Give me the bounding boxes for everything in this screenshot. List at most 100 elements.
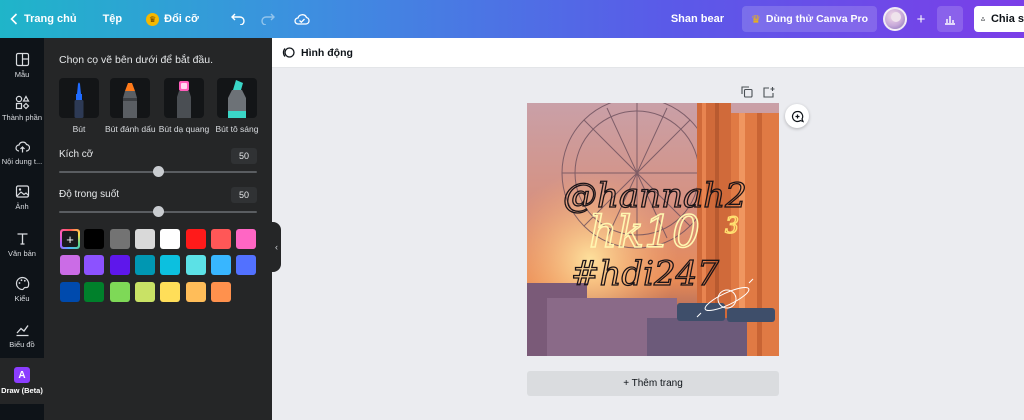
rail-item-templates[interactable]: Mẫu (0, 42, 44, 88)
insights-button[interactable] (937, 6, 963, 32)
crown-icon: ♛ (751, 13, 761, 26)
rail-item-draw[interactable]: A Draw (Beta) (0, 358, 44, 404)
color-swatch[interactable] (186, 282, 206, 302)
add-page-icon[interactable] (763, 86, 775, 98)
add-member-button[interactable]: + (911, 6, 931, 32)
marker-tool[interactable] (110, 78, 150, 118)
shapes-icon (15, 94, 30, 109)
opacity-slider-thumb[interactable] (152, 206, 164, 217)
highlighter-label: Bút tô sáng (215, 124, 259, 134)
user-name: Shan bear (670, 13, 725, 25)
resize-button[interactable]: ♛ Đổi cỡ (146, 0, 199, 38)
color-swatch[interactable] (135, 282, 155, 302)
plus-icon: + (62, 231, 78, 247)
cloud-upload-icon (14, 141, 30, 152)
color-swatch[interactable] (211, 282, 231, 302)
color-swatch[interactable] (110, 282, 130, 302)
rail-item-label: Biểu đồ (9, 339, 35, 349)
color-swatch[interactable] (84, 282, 104, 302)
home-button[interactable]: Trang chủ (10, 0, 77, 38)
home-label: Trang chủ (24, 13, 77, 25)
avatar[interactable] (883, 7, 907, 31)
opacity-label: Độ trong suốt (59, 189, 120, 200)
duplicate-page-icon[interactable] (741, 86, 753, 98)
rail-item-label: Nội dung t... (1, 156, 43, 166)
draw-icon: A (14, 367, 30, 383)
color-swatch[interactable] (110, 229, 130, 249)
cloud-save-button[interactable] (289, 6, 315, 32)
size-value[interactable]: 50 (231, 148, 257, 164)
palette-icon (15, 276, 29, 290)
color-swatch[interactable] (186, 255, 206, 275)
color-swatch[interactable] (135, 255, 155, 275)
crown-icon: ♛ (146, 12, 160, 26)
color-swatch[interactable] (160, 255, 180, 275)
rail-item-label: Thành phần (1, 112, 43, 122)
plus-icon: + (916, 10, 926, 28)
color-swatch[interactable] (110, 255, 130, 275)
chart-icon (16, 324, 29, 336)
share-label: Chia s (990, 13, 1024, 25)
chevron-left-icon (10, 13, 18, 25)
animate-icon (282, 47, 295, 58)
share-icon (981, 17, 985, 21)
page-tools (741, 86, 775, 98)
handwriting-line-3: 3 (725, 214, 739, 239)
file-label: Tệp (102, 13, 123, 25)
add-color-button[interactable]: + (60, 229, 80, 249)
color-swatch[interactable] (60, 255, 80, 275)
color-swatch[interactable] (211, 229, 231, 249)
color-swatch[interactable] (160, 282, 180, 302)
rail-item-photos[interactable]: Ảnh (0, 174, 44, 220)
rail-item-text[interactable]: Văn bản (0, 221, 44, 267)
color-swatch[interactable] (135, 229, 155, 249)
color-swatch[interactable] (84, 255, 104, 275)
handwriting-line-2: hk10 (589, 207, 700, 258)
rail-item-label: Draw (Beta) (1, 386, 43, 395)
bar-chart-icon (945, 15, 955, 25)
color-swatch[interactable] (236, 229, 256, 249)
resize-label: Đổi cỡ (164, 13, 199, 25)
top-bar: Trang chủ Tệp ♛ Đổi cỡ Shan bear ♛ Dùng … (0, 0, 1024, 38)
file-menu-button[interactable]: Tệp (103, 0, 123, 38)
share-button[interactable]: Chia s (974, 6, 1024, 32)
rail-item-elements[interactable]: Thành phần (0, 85, 44, 131)
draw-hint: Chọn cọ vẽ bên dưới để bắt đầu. (59, 54, 214, 66)
left-rail: Mẫu Thành phần Nội dung t... Ảnh Văn bản… (0, 38, 44, 420)
rail-item-label: Mẫu (14, 69, 30, 79)
pen-icon (74, 82, 84, 118)
color-swatch[interactable] (60, 282, 80, 302)
rail-item-styles[interactable]: Kiểu (0, 266, 44, 312)
add-page-button[interactable]: + Thêm trang (527, 371, 779, 396)
color-swatch[interactable] (211, 255, 231, 275)
collapse-panel-button[interactable]: ‹ (272, 222, 281, 272)
opacity-value[interactable]: 50 (231, 187, 257, 203)
color-swatch[interactable] (186, 229, 206, 249)
pen-tool[interactable] (59, 78, 99, 118)
try-pro-label: Dùng thử Canva Pro (765, 13, 868, 25)
text-icon (17, 232, 27, 245)
rail-item-uploads[interactable]: Nội dung t... (0, 129, 44, 175)
color-swatch[interactable] (160, 229, 180, 249)
draw-panel: Chọn cọ vẽ bên dưới để bắt đầu. Bút Bút … (44, 38, 272, 420)
editor-toolbar: Hình động (272, 38, 1024, 68)
color-swatch[interactable] (84, 229, 104, 249)
animate-button[interactable]: Hình động (301, 47, 353, 59)
highlighter-icon (228, 80, 246, 118)
comment-button[interactable] (785, 104, 809, 128)
try-pro-button[interactable]: ♛ Dùng thử Canva Pro (742, 6, 877, 32)
glow-pen-icon (177, 81, 191, 118)
cloud-check-icon (294, 14, 310, 25)
chevron-left-icon: ‹ (275, 242, 278, 252)
highlighter-tool[interactable] (217, 78, 257, 118)
pen-label: Bút (72, 124, 86, 134)
undo-button[interactable] (225, 6, 251, 32)
size-slider-thumb[interactable] (152, 166, 164, 177)
design-page[interactable]: @hannah2 hk10 3 #hdi247 (527, 103, 779, 356)
highlighter-glow-tool[interactable] (164, 78, 204, 118)
color-swatch[interactable] (236, 255, 256, 275)
comment-add-icon (791, 110, 804, 123)
rail-item-charts[interactable]: Biểu đồ (0, 312, 44, 358)
redo-button[interactable] (255, 6, 281, 32)
rail-item-label: Văn bản (8, 248, 36, 258)
